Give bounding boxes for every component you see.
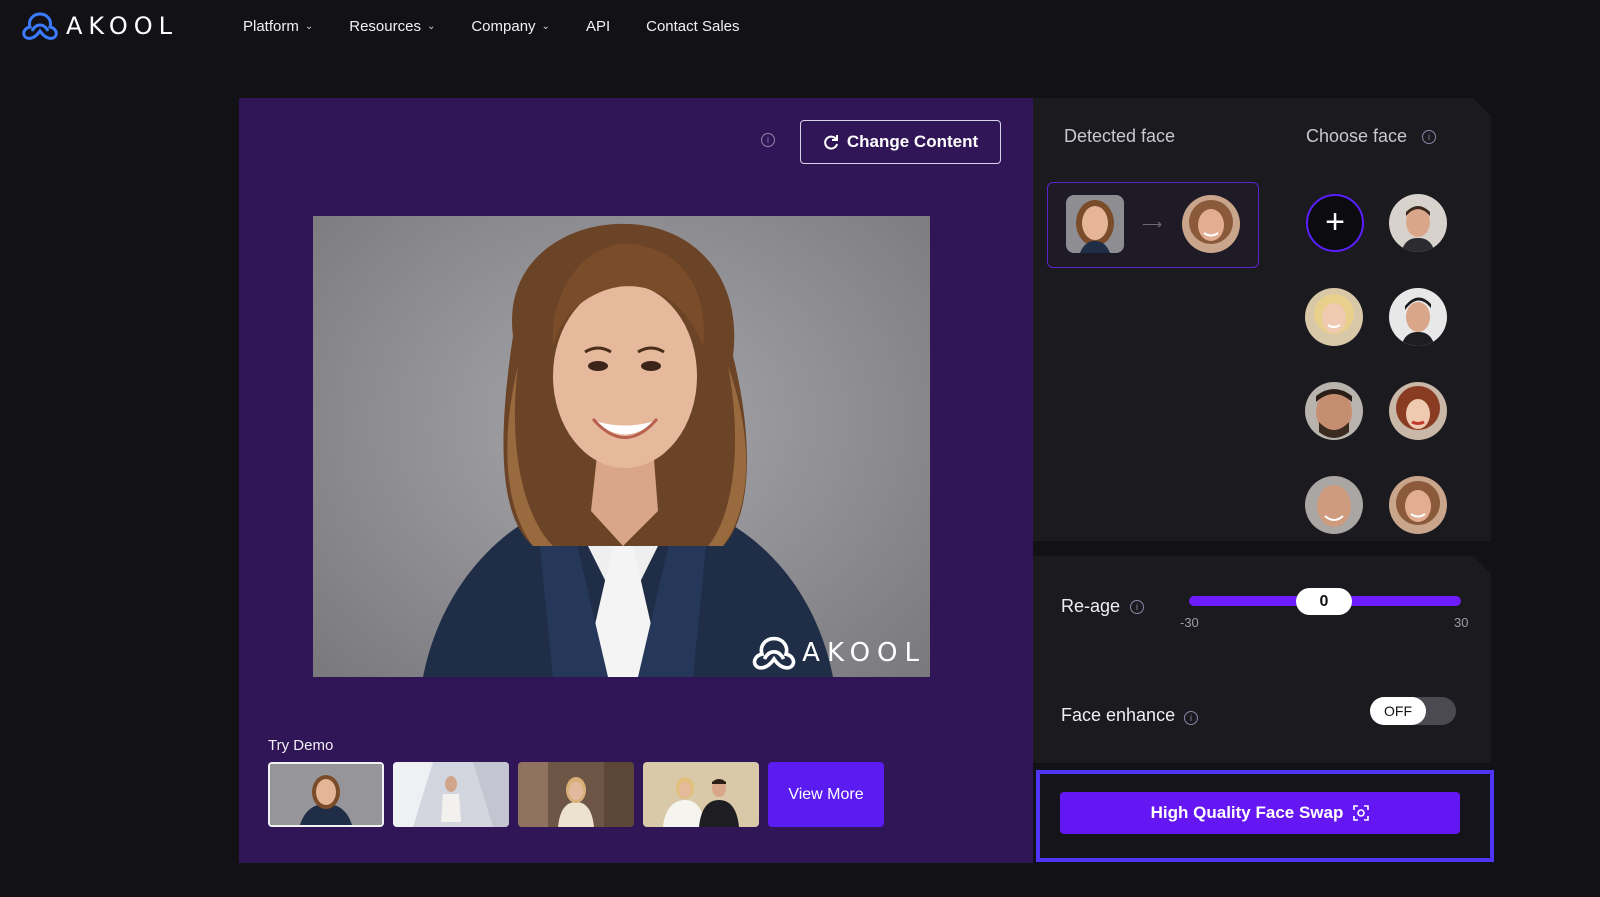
view-more-button[interactable]: View More xyxy=(768,762,884,827)
nav-api[interactable]: API xyxy=(586,18,610,35)
demo-thumb-businesswoman[interactable] xyxy=(268,762,384,827)
brand-name: AKOOL xyxy=(66,12,178,40)
akool-logo-icon xyxy=(752,636,796,670)
face-panel: Detected face Choose face i ⟶ + xyxy=(1033,98,1491,541)
reage-min-label: -30 xyxy=(1180,615,1199,630)
arrow-right-icon: ⟶ xyxy=(1142,216,1163,232)
target-face-thumb xyxy=(1182,195,1240,253)
refresh-icon xyxy=(824,135,838,150)
akool-logo[interactable]: AKOOL xyxy=(22,11,178,41)
nav-contact-sales-label: Contact Sales xyxy=(646,18,740,35)
face-option[interactable] xyxy=(1305,476,1363,534)
face-option[interactable] xyxy=(1389,194,1447,252)
face-scan-icon xyxy=(1353,805,1370,821)
info-icon[interactable]: i xyxy=(1422,130,1436,144)
nav-contact-sales[interactable]: Contact Sales xyxy=(646,18,739,35)
nav-resources-label: Resources xyxy=(349,18,421,35)
cta-highlight: High Quality Face Swap xyxy=(1036,770,1494,862)
nav-platform[interactable]: Platform ⌄ xyxy=(243,18,313,35)
watermark-text: AKOOL xyxy=(802,638,926,668)
woman-portrait-image xyxy=(423,223,833,677)
info-icon[interactable]: i xyxy=(761,133,775,147)
reage-slider-thumb[interactable]: 0 xyxy=(1296,588,1352,615)
choose-face-heading: Choose face xyxy=(1306,126,1408,146)
detected-face-pair[interactable]: ⟶ xyxy=(1047,182,1259,268)
face-option[interactable] xyxy=(1305,288,1363,346)
info-icon[interactable]: i xyxy=(1130,600,1144,614)
toggle-state: OFF xyxy=(1370,697,1426,725)
nav-resources[interactable]: Resources ⌄ xyxy=(349,18,435,35)
face-enhance-label: Face enhance xyxy=(1061,705,1176,725)
face-option[interactable] xyxy=(1305,382,1363,440)
add-face-button[interactable]: + xyxy=(1306,194,1364,252)
chevron-down-icon: ⌄ xyxy=(304,21,314,32)
demo-thumb-wedding-couple[interactable] xyxy=(643,762,759,827)
demo-thumb-woman-sweater[interactable] xyxy=(518,762,634,827)
plus-icon: + xyxy=(1325,203,1345,241)
high-quality-face-swap-button[interactable]: High Quality Face Swap xyxy=(1060,792,1460,834)
face-option[interactable] xyxy=(1389,476,1447,534)
face-option[interactable] xyxy=(1389,288,1447,346)
chevron-down-icon: ⌄ xyxy=(541,21,550,32)
detected-face-heading: Detected face xyxy=(1064,126,1176,146)
info-icon[interactable]: i xyxy=(1184,711,1198,725)
preview-image: AKOOL xyxy=(313,216,930,677)
try-demo-label: Try Demo xyxy=(268,737,334,754)
akool-logo-icon xyxy=(22,12,58,40)
face-option[interactable] xyxy=(1389,382,1447,440)
cta-label: High Quality Face Swap xyxy=(1150,803,1344,822)
nav-company-label: Company xyxy=(471,18,536,35)
change-content-label: Change Content xyxy=(846,132,979,151)
nav-api-label: API xyxy=(585,18,611,35)
demo-thumbnails: View More xyxy=(268,762,884,827)
reage-label: Re-age xyxy=(1061,596,1121,616)
demo-thumb-fashion[interactable] xyxy=(393,762,509,827)
chevron-down-icon: ⌄ xyxy=(426,21,436,32)
settings-panel: Re-age i 0 -30 30 Face enhance i OFF xyxy=(1033,556,1491,763)
watermark: AKOOL xyxy=(752,635,926,671)
editor-panel: i Change Content AKOOL Try Demo View Mor… xyxy=(239,98,1033,863)
nav-platform-label: Platform xyxy=(243,18,299,35)
main-nav: Platform ⌄ Resources ⌄ Company ⌄ API Con… xyxy=(243,18,776,35)
change-content-button[interactable]: Change Content xyxy=(800,120,1001,164)
face-enhance-toggle[interactable]: OFF xyxy=(1370,697,1456,725)
nav-company[interactable]: Company ⌄ xyxy=(471,18,550,35)
reage-max-label: 30 xyxy=(1454,615,1469,630)
detected-face-thumb xyxy=(1066,195,1124,253)
top-navigation: AKOOL Platform ⌄ Resources ⌄ Company ⌄ A… xyxy=(0,0,1600,58)
